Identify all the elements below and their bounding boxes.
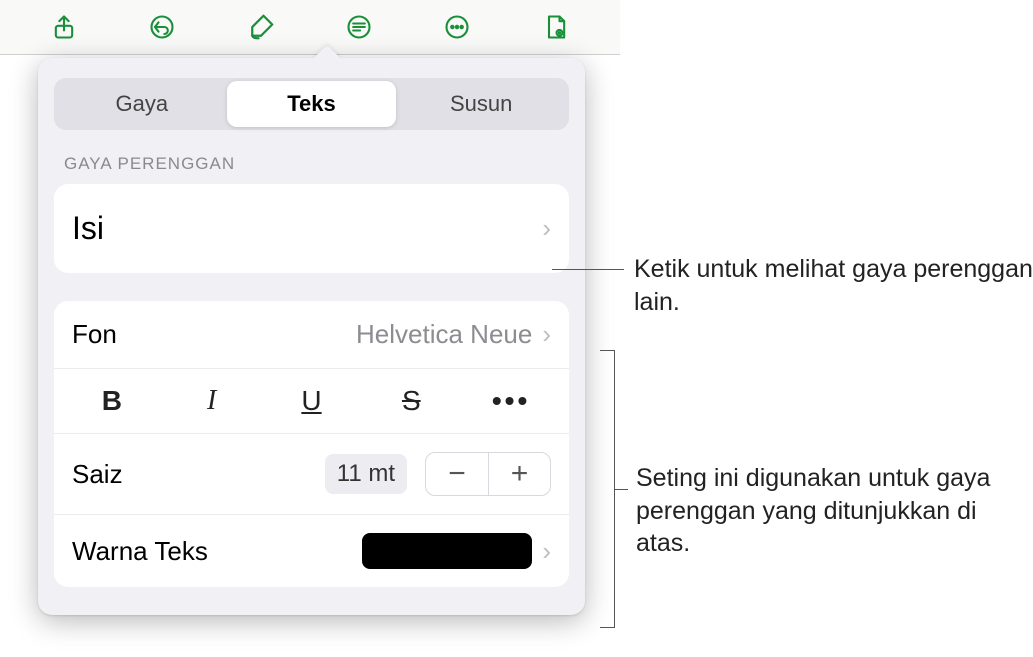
size-value[interactable]: 11 mt <box>325 454 407 494</box>
paragraph-style-row[interactable]: Isi › <box>54 184 569 273</box>
size-increase-button[interactable]: + <box>488 453 550 495</box>
callout-bracket <box>600 350 614 351</box>
bold-button[interactable]: B <box>62 385 162 417</box>
underline-button[interactable]: U <box>262 385 362 417</box>
tab-teks[interactable]: Teks <box>227 81 397 127</box>
callout-bracket <box>614 489 628 490</box>
callout-bracket <box>600 627 614 628</box>
text-color-swatch[interactable] <box>362 533 532 569</box>
tab-susun[interactable]: Susun <box>396 81 566 127</box>
text-color-label: Warna Teks <box>72 536 208 567</box>
section-label-paragraph-style: GAYA PERENGGAN <box>64 154 569 174</box>
callout-settings: Seting ini digunakan untuk gaya perengga… <box>636 462 1016 560</box>
format-popover: Gaya Teks Susun GAYA PERENGGAN Isi › Fon… <box>38 58 585 615</box>
chevron-right-icon: › <box>542 536 551 567</box>
size-label: Saiz <box>72 459 123 490</box>
text-settings-card: Fon Helvetica Neue › B I U S ••• Saiz 11… <box>54 301 569 587</box>
paragraph-style-value: Isi <box>72 210 104 247</box>
size-row: Saiz 11 mt − + <box>54 433 569 514</box>
chevron-right-icon: › <box>542 213 551 244</box>
more-styles-button[interactable]: ••• <box>461 385 561 417</box>
share-icon[interactable] <box>44 7 84 47</box>
text-style-row: B I U S ••• <box>54 368 569 433</box>
text-color-row[interactable]: Warna Teks › <box>54 514 569 587</box>
font-value: Helvetica Neue <box>356 319 532 350</box>
read-mode-icon[interactable] <box>536 7 576 47</box>
font-label: Fon <box>72 319 117 350</box>
undo-icon[interactable] <box>142 7 182 47</box>
callout-paragraph-style: Ketik untuk melihat gaya perenggan lain. <box>634 253 1033 318</box>
callout-line <box>552 269 624 270</box>
italic-button[interactable]: I <box>162 385 262 417</box>
insert-icon[interactable] <box>339 7 379 47</box>
more-icon[interactable] <box>437 7 477 47</box>
toolbar <box>0 0 620 55</box>
size-stepper: − + <box>425 452 551 496</box>
chevron-right-icon: › <box>542 319 551 350</box>
size-decrease-button[interactable]: − <box>426 453 488 495</box>
format-tabs: Gaya Teks Susun <box>54 78 569 130</box>
font-row[interactable]: Fon Helvetica Neue › <box>54 301 569 368</box>
strikethrough-button[interactable]: S <box>361 385 461 417</box>
paragraph-style-card: Isi › <box>54 184 569 273</box>
format-brush-icon[interactable] <box>241 7 281 47</box>
tab-gaya[interactable]: Gaya <box>57 81 227 127</box>
